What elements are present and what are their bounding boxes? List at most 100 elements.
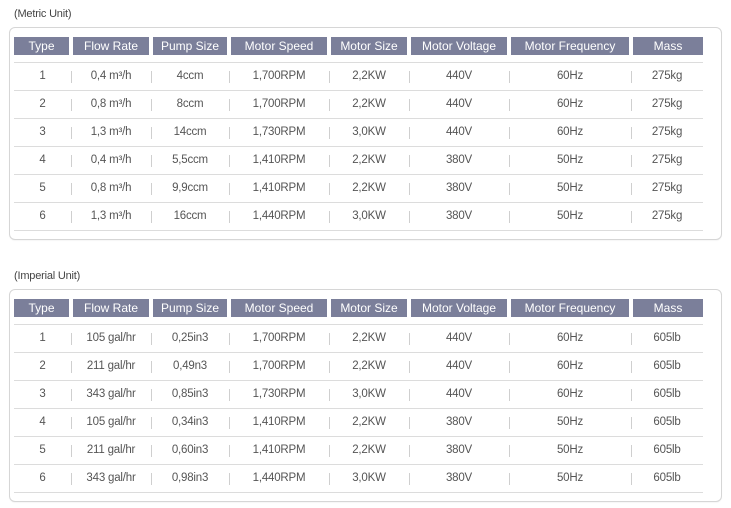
cell-motor-speed: 1,700RPM [229, 352, 329, 381]
cell-type: 6 [14, 464, 71, 493]
cell-motor-frequency: 60Hz [509, 90, 631, 119]
cell-motor-speed: 1,700RPM [229, 323, 329, 353]
cell-motor-voltage: 380V [409, 174, 509, 203]
cell-mass: 275kg [631, 174, 703, 203]
cell-motor-size: 2,2KW [329, 323, 409, 353]
column-header-type: Type [14, 37, 71, 55]
column-header-pump-size: Pump Size [149, 299, 229, 317]
cell-motor-voltage: 440V [409, 352, 509, 381]
cell-pump-size: 0,60in3 [151, 436, 229, 465]
cell-flow-rate: 211 gal/hr [71, 436, 151, 465]
header-gap [14, 317, 703, 324]
cell-type: 2 [14, 90, 71, 119]
cell-flow-rate: 1,3 m³/h [71, 118, 151, 147]
cell-pump-size: 5,5ccm [151, 146, 229, 175]
cell-motor-voltage: 380V [409, 146, 509, 175]
cell-motor-frequency: 50Hz [509, 408, 631, 437]
cell-motor-size: 3,0KW [329, 202, 409, 231]
metric-header-row: Type Flow Rate Pump Size Motor Speed Mot… [14, 37, 703, 55]
column-header-motor-size: Motor Size [327, 37, 409, 55]
metric-caption: (Metric Unit) [14, 8, 72, 20]
cell-pump-size: 8ccm [151, 90, 229, 119]
header-gap-cell [14, 317, 703, 324]
table-row: 6 1,3 m³/h 16ccm 1,440RPM 3,0KW 380V 50Hz 275kg [14, 202, 703, 231]
imperial-header-row: Type Flow Rate Pump Size Motor Speed Mot… [14, 299, 703, 317]
header-gap [14, 55, 703, 62]
cell-pump-size: 0,25in3 [151, 323, 229, 353]
column-header-motor-speed: Motor Speed [227, 299, 329, 317]
column-header-flow-rate: Flow Rate [69, 37, 151, 55]
cell-motor-speed: 1,410RPM [229, 408, 329, 437]
cell-motor-size: 2,2KW [329, 61, 409, 91]
column-header-flow-rate: Flow Rate [69, 299, 151, 317]
cell-motor-speed: 1,440RPM [229, 464, 329, 493]
table-row: 6 343 gal/hr 0,98in3 1,440RPM 3,0KW 380V 50Hz 6… [14, 464, 703, 493]
cell-motor-frequency: 60Hz [509, 380, 631, 409]
table-row: 5 211 gal/hr 0,60in3 1,410RPM 2,2KW 380V 50Hz 6… [14, 436, 703, 465]
cell-flow-rate: 211 gal/hr [71, 352, 151, 381]
cell-flow-rate: 105 gal/hr [71, 323, 151, 353]
cell-flow-rate: 0,8 m³/h [71, 174, 151, 203]
cell-motor-size: 3,0KW [329, 380, 409, 409]
table-row: 3 343 gal/hr 0,85in3 1,730RPM 3,0KW 440V 60Hz 6… [14, 380, 703, 409]
cell-motor-speed: 1,700RPM [229, 90, 329, 119]
column-header-pump-size: Pump Size [149, 37, 229, 55]
cell-flow-rate: 343 gal/hr [71, 380, 151, 409]
cell-motor-voltage: 380V [409, 202, 509, 231]
cell-type: 6 [14, 202, 71, 231]
cell-type: 5 [14, 436, 71, 465]
cell-flow-rate: 1,3 m³/h [71, 202, 151, 231]
cell-flow-rate: 105 gal/hr [71, 408, 151, 437]
cell-motor-frequency: 50Hz [509, 436, 631, 465]
cell-motor-frequency: 60Hz [509, 352, 631, 381]
cell-type: 4 [14, 408, 71, 437]
cell-motor-voltage: 440V [409, 380, 509, 409]
cell-type: 4 [14, 146, 71, 175]
table-row: 1 0,4 m³/h 4ccm 1,700RPM 2,2KW 440V 60Hz 275kg [14, 61, 703, 91]
imperial-spec-table: Type Flow Rate Pump Size Motor Speed Mot… [14, 299, 703, 493]
cell-type: 3 [14, 380, 71, 409]
cell-type: 1 [14, 323, 71, 353]
cell-pump-size: 16ccm [151, 202, 229, 231]
table-row: 2 211 gal/hr 0,49n3 1,700RPM 2,2KW 440V 60Hz 60… [14, 352, 703, 381]
cell-mass: 275kg [631, 146, 703, 175]
column-header-mass: Mass [629, 299, 703, 317]
cell-mass: 605lb [631, 380, 703, 409]
cell-motor-voltage: 380V [409, 408, 509, 437]
cell-type: 5 [14, 174, 71, 203]
cell-pump-size: 14ccm [151, 118, 229, 147]
cell-motor-frequency: 60Hz [509, 61, 631, 91]
cell-motor-frequency: 50Hz [509, 464, 631, 493]
cell-motor-voltage: 380V [409, 436, 509, 465]
cell-pump-size: 0,98in3 [151, 464, 229, 493]
cell-motor-frequency: 50Hz [509, 146, 631, 175]
cell-motor-speed: 1,730RPM [229, 118, 329, 147]
cell-pump-size: 9,9ccm [151, 174, 229, 203]
cell-motor-size: 2,2KW [329, 90, 409, 119]
cell-motor-voltage: 440V [409, 118, 509, 147]
cell-mass: 605lb [631, 323, 703, 353]
column-header-motor-voltage: Motor Voltage [407, 37, 509, 55]
header-gap-cell [14, 55, 703, 62]
cell-motor-size: 2,2KW [329, 352, 409, 381]
cell-motor-speed: 1,700RPM [229, 61, 329, 91]
cell-motor-voltage: 380V [409, 464, 509, 493]
metric-table-body: 1 0,4 m³/h 4ccm 1,700RPM 2,2KW 440V 60Hz 275kg 2… [14, 55, 703, 231]
cell-pump-size: 0,49n3 [151, 352, 229, 381]
cell-motor-voltage: 440V [409, 323, 509, 353]
cell-motor-frequency: 50Hz [509, 174, 631, 203]
cell-motor-speed: 1,410RPM [229, 174, 329, 203]
cell-mass: 605lb [631, 436, 703, 465]
column-header-motor-size: Motor Size [327, 299, 409, 317]
cell-motor-frequency: 60Hz [509, 118, 631, 147]
cell-mass: 275kg [631, 61, 703, 91]
imperial-caption: (Imperial Unit) [14, 270, 81, 282]
cell-flow-rate: 0,4 m³/h [71, 146, 151, 175]
cell-motor-speed: 1,440RPM [229, 202, 329, 231]
cell-type: 2 [14, 352, 71, 381]
cell-pump-size: 0,85in3 [151, 380, 229, 409]
cell-mass: 275kg [631, 118, 703, 147]
cell-motor-size: 2,2KW [329, 146, 409, 175]
table-row: 5 0,8 m³/h 9,9ccm 1,410RPM 2,2KW 380V 50Hz 275k… [14, 174, 703, 203]
cell-flow-rate: 0,4 m³/h [71, 61, 151, 91]
